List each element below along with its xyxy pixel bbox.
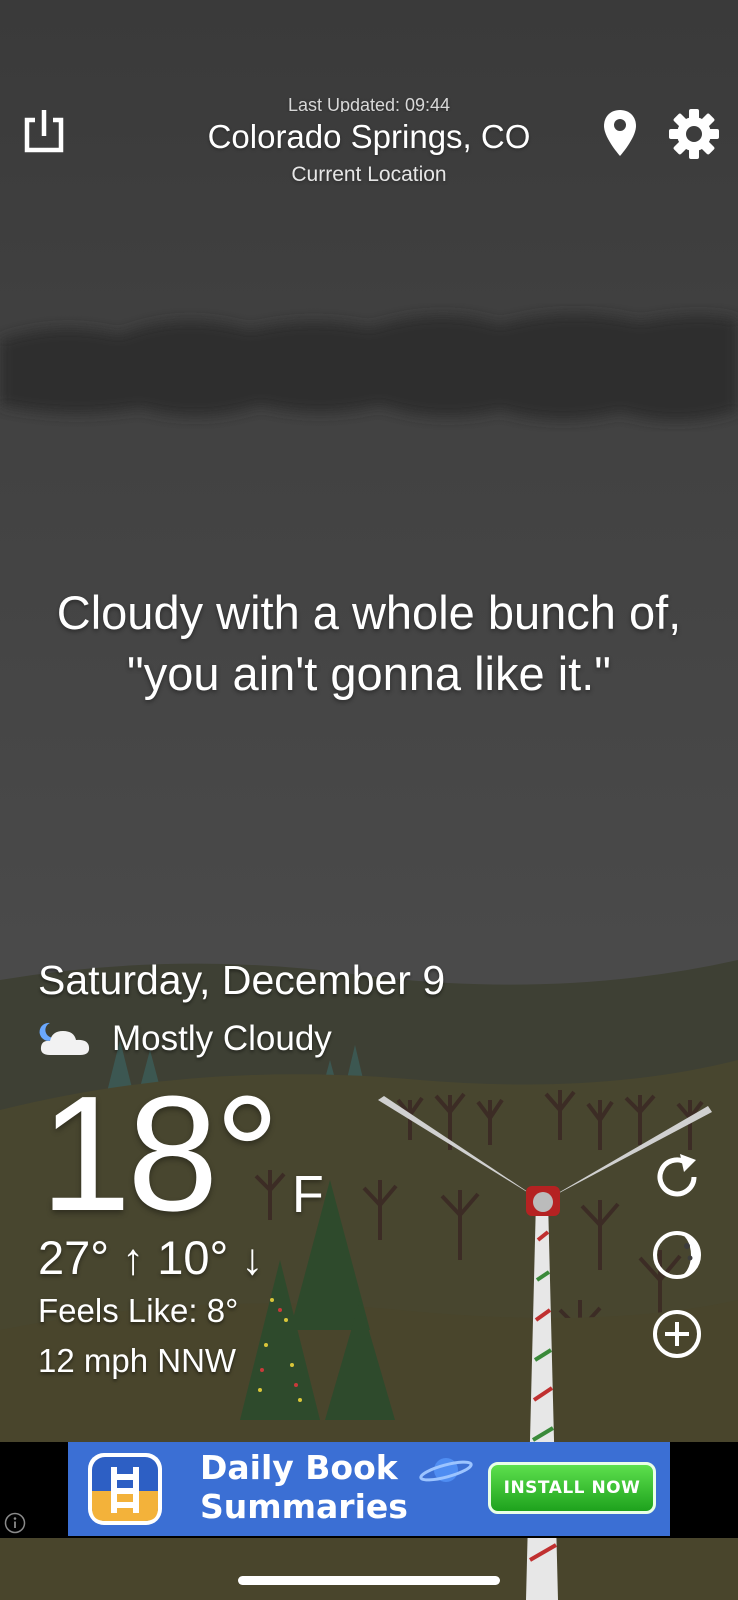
share-icon[interactable] bbox=[22, 108, 66, 156]
gear-icon[interactable] bbox=[668, 108, 720, 160]
arrow-down-icon: ↓ bbox=[241, 1235, 264, 1284]
current-temperature: 18° bbox=[40, 1062, 280, 1245]
refresh-icon[interactable] bbox=[650, 1150, 704, 1204]
condition-label: Mostly Cloudy bbox=[112, 1019, 332, 1058]
install-now-button[interactable]: INSTALL NOW bbox=[488, 1462, 656, 1514]
plus-circle-icon[interactable] bbox=[650, 1307, 704, 1361]
high-temperature: 27° bbox=[38, 1231, 110, 1284]
wind-label: 12 mph NNW bbox=[38, 1342, 237, 1379]
low-temperature: 10° bbox=[157, 1231, 229, 1284]
temperature-unit[interactable]: F bbox=[292, 1165, 324, 1225]
ad-title-line-2: Summaries bbox=[200, 1487, 408, 1526]
feels-like-label: Feels Like: 8° bbox=[38, 1292, 239, 1329]
ladder-app-icon bbox=[88, 1453, 162, 1525]
arrow-up-icon: ↑ bbox=[122, 1235, 145, 1284]
moon-icon[interactable] bbox=[650, 1228, 704, 1282]
planet-icon bbox=[419, 1458, 473, 1482]
ad-title: Daily Book Summaries bbox=[200, 1448, 408, 1526]
home-indicator[interactable] bbox=[238, 1576, 500, 1585]
date-label: Saturday, December 9 bbox=[38, 957, 446, 1003]
weather-quip: Cloudy with a whole bunch of, "you ain't… bbox=[56, 586, 682, 700]
info-icon[interactable] bbox=[4, 1512, 26, 1534]
map-pin-icon[interactable] bbox=[602, 108, 638, 158]
high-low-temperatures: 27° ↑ 10° ↓ bbox=[38, 1230, 263, 1285]
location-subtitle: Current Location bbox=[291, 163, 447, 186]
ad-banner[interactable]: Daily Book Summaries INSTALL NOW bbox=[68, 1442, 670, 1536]
partly-cloudy-night-icon bbox=[39, 1022, 90, 1055]
ad-title-line-1: Daily Book bbox=[200, 1448, 398, 1487]
